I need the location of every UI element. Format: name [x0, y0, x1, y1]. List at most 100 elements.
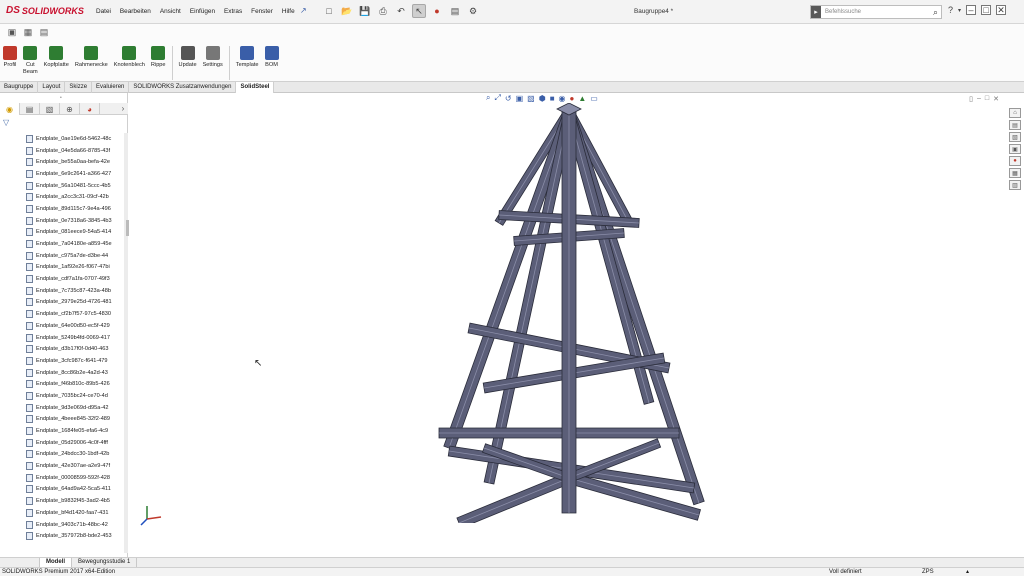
pin-icon[interactable]: ↗	[300, 6, 307, 15]
tree-item[interactable]: Endplate_04e5da66-8785-43f	[26, 145, 124, 157]
menu-item-5[interactable]: Fenster	[251, 8, 273, 15]
tree-item[interactable]: Endplate_bf4d1420-faa7-431	[26, 507, 124, 519]
custom-properties-icon[interactable]: ▦	[1009, 168, 1021, 178]
ribbon-tool-9[interactable]: BOM	[262, 46, 282, 80]
ribbon-tool-7[interactable]: Settings	[200, 46, 226, 80]
resources-icon[interactable]: ▤	[1009, 120, 1021, 130]
panel-grip-icon[interactable]: •	[60, 95, 62, 101]
ribbon-tool-2[interactable]: Kopfplatte	[41, 46, 72, 80]
menu-item-3[interactable]: Einfügen	[190, 8, 215, 15]
previous-view-icon[interactable]: ↺	[505, 94, 512, 103]
display-style-icon[interactable]: ■	[550, 94, 555, 103]
command-tab-0[interactable]: Baugruppe	[0, 82, 39, 93]
tree-item[interactable]: Endplate_f46b810c-89b5-426	[26, 378, 124, 390]
tree-item[interactable]: Endplate_2979e25d-4726-481	[26, 297, 124, 309]
tree-item[interactable]: Endplate_0ae19e6d-5462-48c	[26, 133, 124, 145]
tree-item[interactable]: Endplate_b9832f45-3ad2-4b5	[26, 495, 124, 507]
display-manager-tab-icon[interactable]: ◕	[80, 103, 100, 115]
menu-item-6[interactable]: Hilfe	[282, 8, 295, 15]
view-settings-icon[interactable]: ▭	[590, 94, 598, 103]
panel-next-arrow-icon[interactable]: ›	[118, 103, 128, 114]
bottom-tab-0[interactable]: Modell	[40, 558, 72, 567]
file-explorer-icon[interactable]: ▣	[1009, 144, 1021, 154]
tree-item[interactable]: Endplate_a2cc3c31-09cf-42b	[26, 191, 124, 203]
dimxpert-tab-icon[interactable]: ⊕	[60, 103, 80, 115]
menu-item-2[interactable]: Ansicht	[160, 8, 181, 15]
select-pointer-icon[interactable]: ↖	[412, 4, 426, 18]
undo-icon[interactable]: ↶	[394, 4, 408, 18]
ribbon-tool-0[interactable]: Profil	[0, 46, 20, 80]
help-dropdown-icon[interactable]: ▾	[958, 7, 961, 14]
help-icon[interactable]: ?	[948, 5, 953, 15]
tree-item[interactable]: Endplate_64ad9a42-5ca5-411	[26, 484, 124, 496]
command-tab-1[interactable]: Layout	[38, 82, 66, 93]
tree-item[interactable]: Endplate_42e307ae-a2e9-47f	[26, 460, 124, 472]
command-tab-3[interactable]: Evaluieren	[92, 82, 130, 93]
tree-item[interactable]: Endplate_081eece9-54a5-414	[26, 227, 124, 239]
tree-item[interactable]: Endplate_64e00d50-ec5f-429	[26, 320, 124, 332]
viewport-tile-icon[interactable]: ▯	[969, 95, 973, 103]
section-view-icon[interactable]: ▣	[516, 94, 524, 103]
design-library-icon[interactable]: ▧	[1009, 132, 1021, 142]
minimize-button[interactable]: –	[966, 5, 977, 15]
command-tab-2[interactable]: Skizze	[65, 82, 93, 93]
viewport-minimize-icon[interactable]: –	[977, 95, 981, 103]
bottom-tab-1[interactable]: Bewegungsstudie 1	[72, 558, 138, 567]
tree-item[interactable]: Endplate_1af92e26-f067-47bi	[26, 262, 124, 274]
tree-item[interactable]: Endplate_1684fe05-efa6-4c9	[26, 425, 124, 437]
tree-item[interactable]: Endplate_c975a7de-d3be-44	[26, 250, 124, 262]
ribbon-tool-1[interactable]: Cut Beam	[20, 46, 41, 80]
ribbon-tool-8[interactable]: Template	[233, 46, 262, 80]
command-search[interactable]: ▸ Befehlssuche ⌕	[810, 5, 942, 19]
new-document-icon[interactable]: □	[322, 4, 336, 18]
configuration-manager-tab-icon[interactable]: ▧	[40, 103, 60, 115]
solidworks-logo[interactable]: DS SOLIDWORKS	[6, 5, 84, 16]
tree-item[interactable]: Endplate_56a10481-5ccc-4b5	[26, 180, 124, 192]
menu-item-0[interactable]: Datei	[96, 8, 111, 15]
bottom-tab-scroll[interactable]	[0, 558, 40, 567]
zoom-to-fit-icon[interactable]: ⌕	[486, 93, 490, 103]
traffic-light-icon[interactable]: ●	[430, 4, 444, 18]
forum-icon[interactable]: ▥	[1009, 180, 1021, 190]
options-gear-icon[interactable]: ⚙	[466, 4, 480, 18]
view-orientation-icon[interactable]: ⬢	[539, 94, 546, 103]
tree-item[interactable]: Endplate_cf2b7f57-97c5-4830	[26, 308, 124, 320]
zoom-area-icon[interactable]: ⤢	[494, 93, 500, 103]
command-tab-4[interactable]: SOLIDWORKS Zusatzanwendungen	[129, 82, 237, 93]
save-icon[interactable]: 💾	[358, 4, 372, 18]
command-tab-5[interactable]: SolidSteel	[236, 82, 275, 93]
viewport-close-icon[interactable]: ✕	[993, 95, 999, 103]
status-dropdown-icon[interactable]: ▴	[966, 568, 969, 576]
filter-icon[interactable]: ▽	[3, 118, 9, 127]
tree-item[interactable]: Endplate_7a04180e-a859-45e	[26, 238, 124, 250]
file-properties-icon[interactable]: ▤	[448, 4, 462, 18]
edit-appearance-icon[interactable]: ●	[570, 94, 575, 103]
tree-item[interactable]: Endplate_3cfc987c-f641-479	[26, 355, 124, 367]
tree-item[interactable]: Endplate_d3b17f0f-0d40-463	[26, 343, 124, 355]
top-cap-plate[interactable]	[556, 103, 582, 116]
steel-tree-model[interactable]	[429, 103, 719, 523]
search-scope-icon[interactable]: ▸	[811, 6, 821, 18]
ribbon-tool-5[interactable]: Rippe	[148, 46, 169, 80]
tree-item[interactable]: Endplate_4beee845-32f2-489	[26, 414, 124, 426]
tree-item[interactable]: Endplate_8cc86b2e-4a2d-43	[26, 367, 124, 379]
print-icon[interactable]: ⎙	[376, 4, 390, 18]
steel-beam[interactable]	[456, 472, 572, 523]
tree-item[interactable]: Endplate_00008599-592f-428	[26, 472, 124, 484]
close-button[interactable]: ✕	[996, 5, 1007, 15]
layers-icon[interactable]: ▦	[22, 26, 34, 38]
feature-tree-tab-icon[interactable]: ◉	[0, 103, 20, 115]
tree-item[interactable]: Endplate_89d115c7-9e4a-496	[26, 203, 124, 215]
camera-icon[interactable]: ▣	[6, 26, 18, 38]
tree-item[interactable]: Endplate_7035bc24-ce70-4d	[26, 390, 124, 402]
units-status[interactable]: ZPS	[922, 568, 934, 576]
tree-item[interactable]: Endplate_6e9c2641-a366-427	[26, 168, 124, 180]
tree-item[interactable]: Endplate_be55a0aa-befa-42e	[26, 156, 124, 168]
appearances-icon[interactable]: ●	[1009, 156, 1021, 166]
menu-item-1[interactable]: Bearbeiten	[120, 8, 151, 15]
search-icon[interactable]: ⌕	[933, 7, 941, 18]
tree-item[interactable]: Endplate_0e7318a6-3845-4b3	[26, 215, 124, 227]
tree-item[interactable]: Endplate_24bdcc30-1bdf-42b	[26, 449, 124, 461]
graphics-area[interactable]: ⌕ ⤢ ↺ ▣ ▧ ⬢ ■ ◉ ● ▲ ▭ ▯ – □ ✕ ↖	[129, 93, 1009, 557]
ribbon-tool-3[interactable]: Rahmenecke	[72, 46, 111, 80]
